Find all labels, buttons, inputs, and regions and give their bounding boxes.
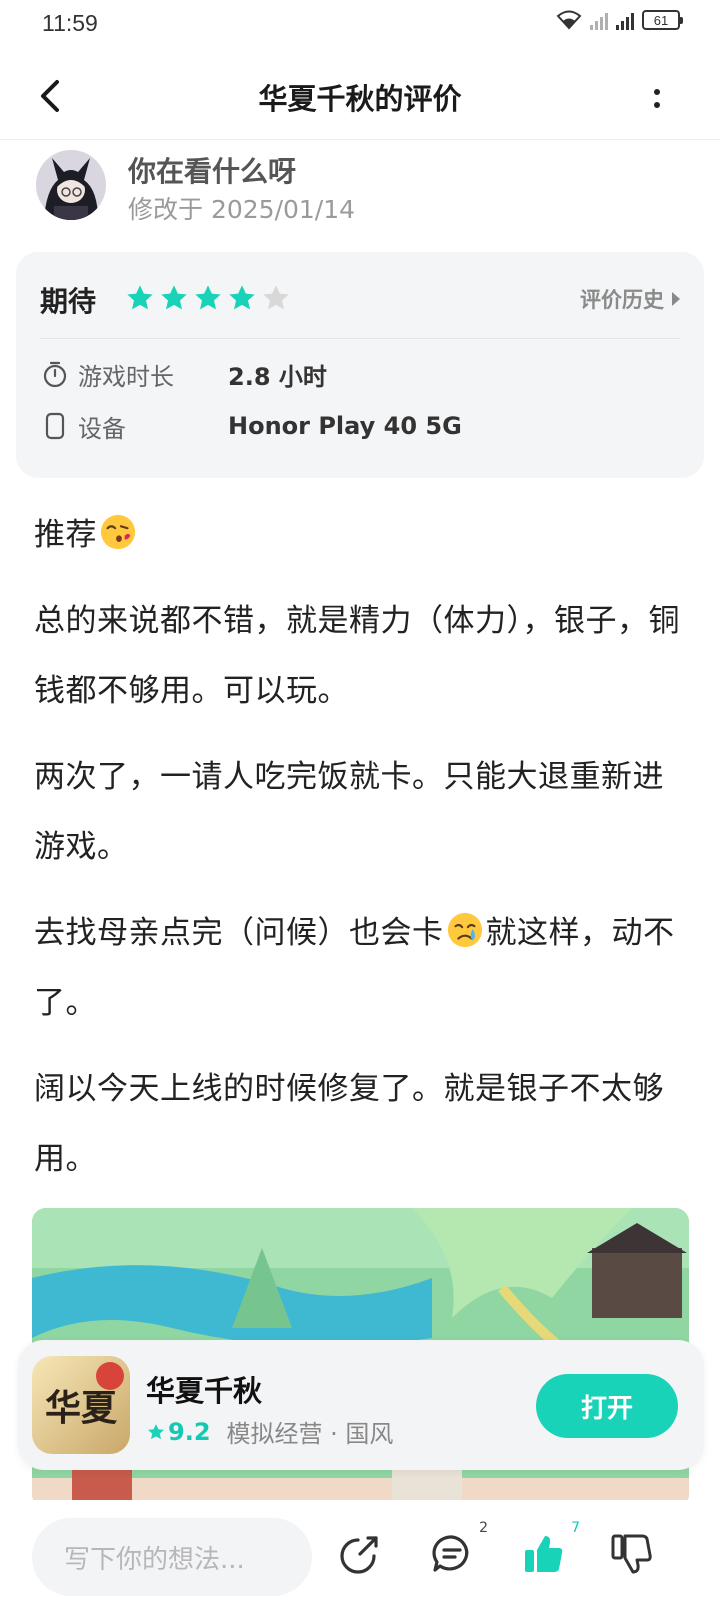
signal-2-icon <box>616 10 634 30</box>
playtime-row: 游戏时长 2.8 小时 <box>40 354 327 394</box>
review-text: 推荐 <box>34 517 97 553</box>
bottom-action-bar: 写下你的想法... 2 7 <box>0 1500 720 1612</box>
rating-info-card: 期待 评价历史 游戏时长 2.8 小时 设备 Honor Play 40 5G <box>16 252 704 478</box>
review-text: 去找母亲点完（问候）也会卡 <box>34 915 444 951</box>
device-row: 设备 Honor Play 40 5G <box>40 406 462 446</box>
thumbs-down-icon <box>611 1534 652 1574</box>
star-filled-icon <box>229 285 255 310</box>
rating-history-label: 评价历史 <box>580 288 664 312</box>
like-count: 7 <box>571 1520 580 1536</box>
star-filled-icon <box>161 285 187 310</box>
review-paragraph: 推荐 <box>34 500 694 570</box>
rating-history-link[interactable]: 评价历史 <box>580 284 680 314</box>
star-empty-icon <box>263 285 289 310</box>
star-filled-icon <box>195 285 221 310</box>
game-name: 华夏千秋 <box>146 1374 263 1408</box>
playtime-label: 游戏时长 <box>78 362 174 391</box>
comment-input[interactable]: 写下你的想法... <box>32 1518 312 1596</box>
dislike-button[interactable] <box>606 1528 658 1580</box>
status-icons: 61 <box>556 10 683 30</box>
game-icon-text: 华夏 <box>45 1387 118 1429</box>
review-paragraph: 总的来说都不错，就是精力（体力），银子，铜钱都不够用。可以玩。 <box>34 603 680 709</box>
page-title: 华夏千秋的评价 <box>258 82 462 116</box>
thumbs-up-icon <box>525 1536 563 1572</box>
star-filled-icon <box>148 1423 164 1439</box>
kissing-face-emoji-icon <box>100 514 136 550</box>
signal-1-icon <box>590 10 608 30</box>
game-card[interactable]: 华夏 华夏千秋 9.2 模拟经营 · 国风 打开 <box>18 1340 704 1470</box>
comment-button[interactable]: 2 <box>426 1520 488 1580</box>
share-icon <box>340 1536 378 1574</box>
playtime-value: 2.8 小时 <box>228 362 327 391</box>
star-rating <box>124 282 292 314</box>
speech-bubble-icon <box>432 1535 469 1572</box>
game-score-value: 9.2 <box>168 1417 211 1446</box>
phone-icon <box>40 411 70 441</box>
share-button[interactable] <box>334 1528 386 1580</box>
device-value: Honor Play 40 5G <box>228 412 462 440</box>
status-bar: 11:59 61 <box>0 0 720 48</box>
game-icon[interactable]: 华夏 <box>32 1356 130 1454</box>
review-body: 推荐 总的来说都不错，就是精力（体力），银子，铜钱都不够用。可以玩。 两次了，一… <box>34 500 694 1210</box>
avatar[interactable] <box>36 150 106 220</box>
game-tags: 模拟经营 · 国风 <box>226 1420 394 1448</box>
modified-date: 修改于 2025/01/14 <box>128 195 356 224</box>
wifi-icon <box>556 10 582 30</box>
star-filled-icon <box>127 285 153 310</box>
crying-face-emoji-icon <box>447 912 482 948</box>
review-paragraph: 去找母亲点完（问候）也会卡 就这样，动不了。 <box>34 898 694 1038</box>
review-author: 你在看什么呀 修改于 2025/01/14 <box>36 146 686 226</box>
status-time: 11:59 <box>42 10 98 36</box>
more-dot-icon <box>654 101 660 108</box>
rating-label: 期待 <box>40 285 97 318</box>
battery-indicator: 61 <box>642 10 683 30</box>
divider <box>40 338 680 339</box>
author-name[interactable]: 你在看什么呀 <box>128 150 296 190</box>
more-options-button[interactable] <box>642 78 672 118</box>
open-game-button[interactable]: 打开 <box>536 1374 678 1438</box>
review-paragraph: 两次了，一请人吃完饭就卡。只能大退重新进游戏。 <box>34 759 664 865</box>
like-button[interactable]: 7 <box>518 1520 580 1580</box>
top-app-bar: 华夏千秋的评价 <box>0 56 720 140</box>
stopwatch-icon <box>40 359 70 389</box>
more-dot-icon <box>654 88 660 95</box>
device-label: 设备 <box>78 414 126 443</box>
comment-count: 2 <box>479 1520 488 1536</box>
triangle-right-icon <box>672 292 680 306</box>
game-meta: 9.2 模拟经营 · 国风 <box>146 1414 393 1449</box>
review-paragraph: 阔以今天上线的时候修复了。就是银子不太够用。 <box>34 1071 664 1177</box>
game-score: 9.2 <box>146 1418 211 1446</box>
